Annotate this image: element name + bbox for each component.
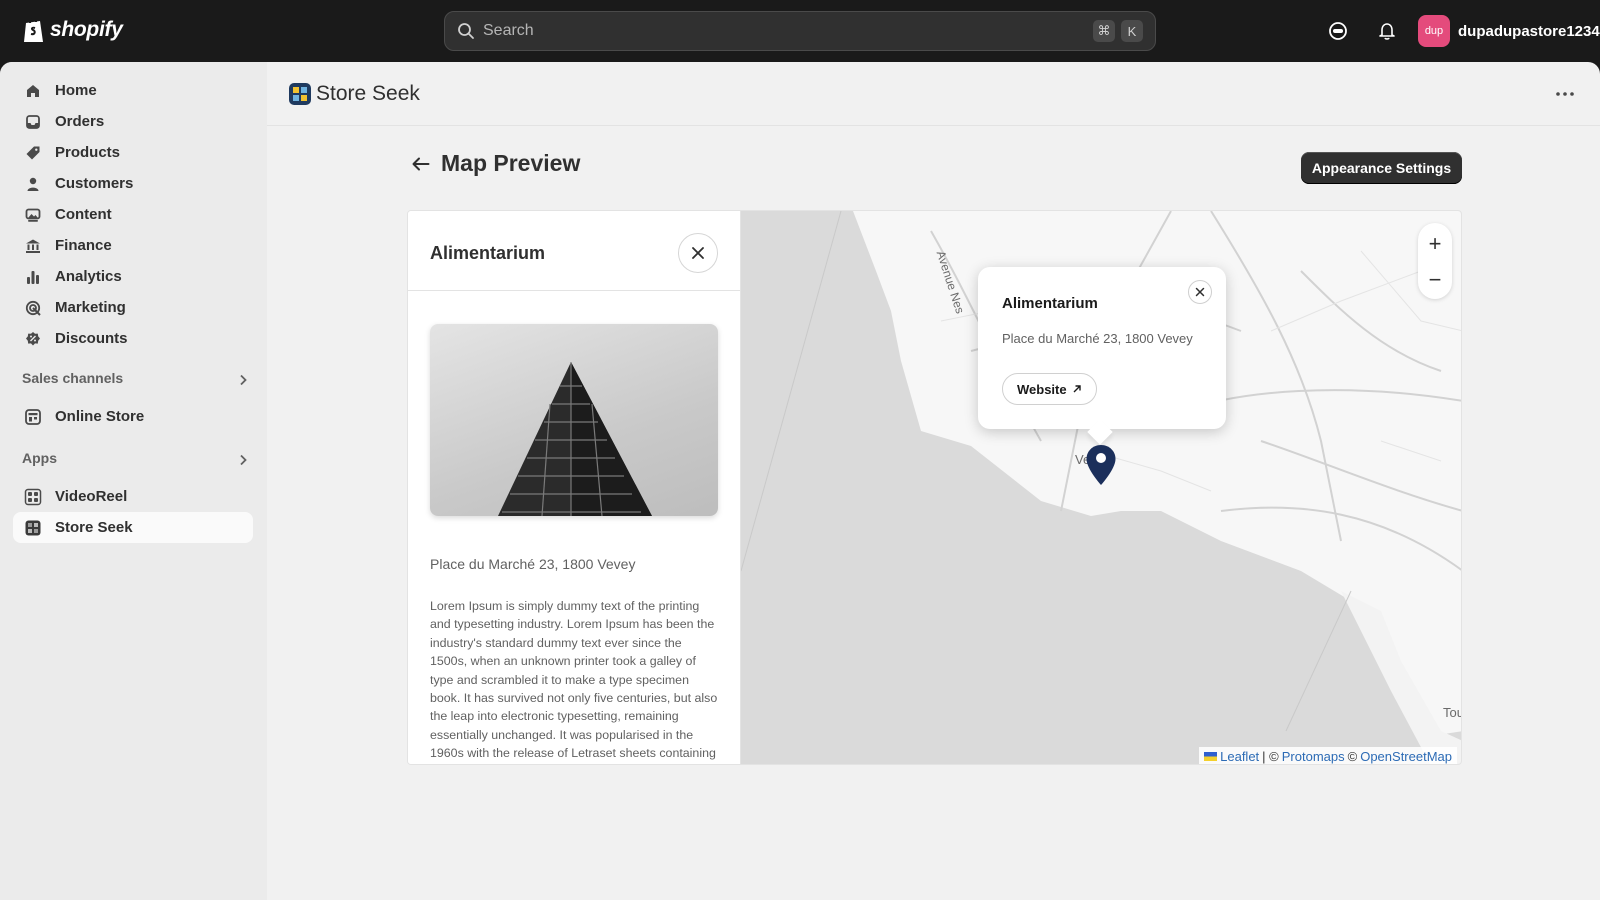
map-view[interactable]: Avenue Nes Ve Tou + − Alimentarium Place…	[741, 211, 1462, 764]
external-link-icon	[1073, 385, 1081, 393]
tag-icon	[23, 143, 43, 163]
sales-channels-heading: Sales channels	[22, 370, 124, 386]
sidebar-item-discounts[interactable]: Discounts	[13, 323, 253, 354]
sidekick-icon[interactable]	[1326, 19, 1350, 43]
avatar: dup	[1418, 15, 1450, 47]
search-input[interactable]: Search	[483, 22, 1087, 40]
close-panel-button[interactable]	[678, 233, 718, 273]
app-title: Store Seek	[316, 82, 420, 105]
building-image	[498, 362, 652, 516]
sidebar-item-finance[interactable]: Finance	[13, 230, 253, 261]
popup-title: Alimentarium	[1002, 295, 1098, 312]
home-icon	[23, 81, 43, 101]
sidebar-item-analytics[interactable]: Analytics	[13, 261, 253, 292]
top-bar: shopify Search ⌘ K dup dupadupastore1234	[0, 0, 1600, 62]
shortcut-mod-key: ⌘	[1093, 20, 1115, 42]
leaflet-link[interactable]: Leaflet	[1220, 749, 1259, 764]
shopify-bag-icon	[24, 17, 43, 42]
attribution-separator: | ©	[1262, 749, 1279, 764]
panel-header: Alimentarium	[408, 211, 740, 291]
search-bar[interactable]: Search ⌘ K	[444, 11, 1156, 51]
store-name: dupadupastore1234	[1458, 22, 1600, 40]
openstreetmap-link[interactable]: OpenStreetMap	[1360, 749, 1452, 764]
main-content: Store Seek Map Preview Appearance Settin…	[267, 62, 1600, 900]
sidebar-item-online-store[interactable]: Online Store	[13, 401, 253, 432]
map-edge-label: Tou	[1443, 705, 1462, 720]
person-icon	[23, 174, 43, 194]
page-title: Map Preview	[441, 150, 581, 176]
shortcut-letter-key: K	[1121, 20, 1143, 42]
bank-icon	[23, 236, 43, 256]
attribution-copyright: ©	[1347, 749, 1358, 764]
grid-icon	[23, 487, 43, 507]
location-description: Lorem Ipsum is simply dummy text of the …	[430, 599, 718, 761]
sidebar-item-products[interactable]: Products	[13, 137, 253, 168]
user-menu[interactable]: dup dupadupastore1234	[1418, 15, 1600, 47]
appearance-settings-button[interactable]: Appearance Settings	[1301, 152, 1462, 184]
zoom-out-button[interactable]: −	[1418, 263, 1452, 297]
location-name: Alimentarium	[430, 243, 546, 263]
bar-chart-icon	[23, 267, 43, 287]
map-popup: Alimentarium Place du Marché 23, 1800 Ve…	[978, 267, 1226, 445]
store-seek-icon	[23, 518, 43, 538]
apps-heading: Apps	[22, 450, 57, 466]
store-seek-logo-icon	[289, 83, 311, 105]
search-icon	[458, 23, 474, 39]
shopify-wordmark: shopify	[50, 18, 123, 41]
website-button[interactable]: Website	[1002, 373, 1097, 405]
back-arrow-icon[interactable]	[409, 152, 433, 176]
sidebar-item-marketing[interactable]: Marketing	[13, 292, 253, 323]
target-icon	[23, 298, 43, 318]
sidebar-item-store-seek[interactable]: Store Seek	[13, 512, 253, 543]
sidebar-item-home[interactable]: Home	[13, 75, 253, 106]
store-icon	[23, 407, 43, 427]
close-popup-button[interactable]	[1188, 280, 1212, 304]
map-attribution: Leaflet | © Protomaps © OpenStreetMap	[1199, 747, 1457, 764]
app-title-bar: Store Seek	[267, 62, 1600, 126]
ukraine-flag-icon	[1204, 752, 1218, 761]
chevron-right-icon[interactable]	[236, 453, 250, 467]
popup-address: Place du Marché 23, 1800 Vevey	[1002, 331, 1193, 346]
shopify-logo[interactable]: shopify	[22, 16, 123, 44]
map-pin-icon[interactable]	[1085, 444, 1117, 486]
location-photo	[430, 324, 718, 516]
sidebar: Home Orders Products Customers Content F…	[0, 62, 267, 900]
chevron-right-icon[interactable]	[236, 373, 250, 387]
sidebar-item-customers[interactable]: Customers	[13, 168, 253, 199]
close-icon	[1195, 287, 1205, 297]
sidebar-item-content[interactable]: Content	[13, 199, 253, 230]
discount-icon	[23, 329, 43, 349]
admin-shell: Home Orders Products Customers Content F…	[0, 62, 1600, 900]
sidebar-item-videoreel[interactable]: VideoReel	[13, 481, 253, 512]
location-address: Place du Marché 23, 1800 Vevey	[430, 556, 636, 572]
sidebar-item-orders[interactable]: Orders	[13, 106, 253, 137]
zoom-controls: + −	[1418, 223, 1452, 299]
bell-icon[interactable]	[1375, 19, 1399, 43]
inbox-icon	[23, 112, 43, 132]
close-icon	[692, 247, 704, 259]
more-actions-icon[interactable]	[1553, 84, 1577, 104]
image-icon	[23, 205, 43, 225]
zoom-in-button[interactable]: +	[1418, 227, 1452, 261]
map-preview-card: Alimentarium Place du Marché 23, 1800 Ve…	[407, 210, 1462, 765]
location-detail-panel: Alimentarium Place du Marché 23, 1800 Ve…	[408, 211, 741, 764]
protomaps-link[interactable]: Protomaps	[1282, 749, 1345, 764]
